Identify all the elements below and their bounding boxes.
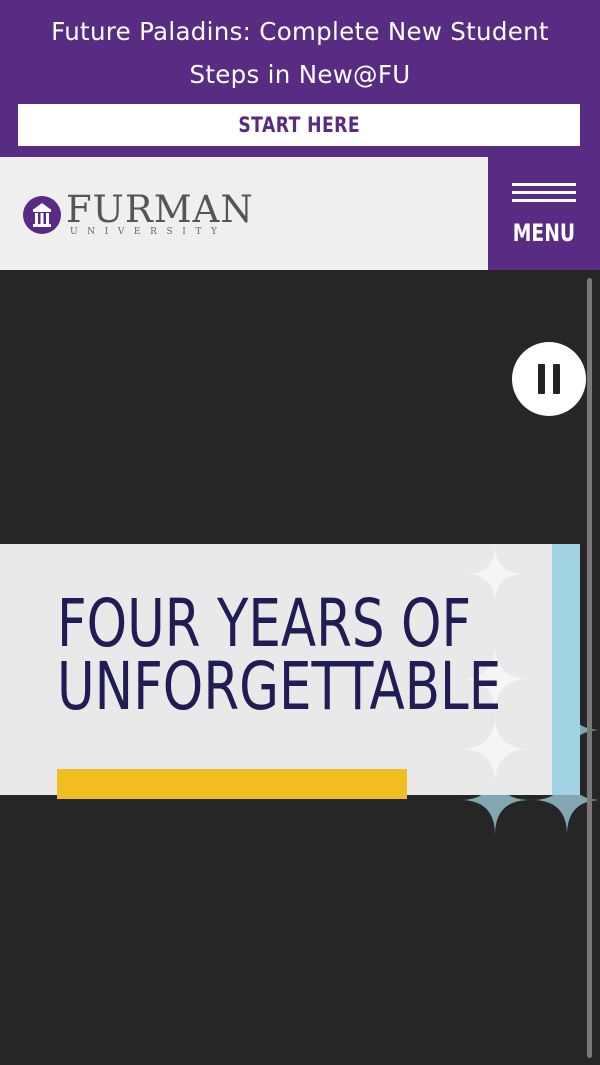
decorative-side-strip xyxy=(552,544,580,795)
start-here-button[interactable]: START HERE xyxy=(18,104,580,146)
logo-name: FURMAN xyxy=(66,188,254,231)
logo-subtitle: UNIVERSITY xyxy=(70,227,227,237)
menu-button[interactable]: MENU xyxy=(488,157,600,270)
start-here-label: START HERE xyxy=(238,113,360,137)
hero-scrollbar[interactable] xyxy=(587,278,592,1058)
headline-line-2: UNFORGETTABLE xyxy=(57,648,502,725)
hero-cta-button[interactable] xyxy=(57,769,407,799)
hamburger-icon xyxy=(512,183,576,207)
pause-video-button[interactable] xyxy=(512,342,586,416)
alert-banner: Future Paladins: Complete New Student St… xyxy=(0,0,600,157)
pause-icon xyxy=(538,364,545,394)
hero-feature-card: FOUR YEARS OF UNFORGETTABLE xyxy=(0,544,552,799)
menu-label: MENU xyxy=(512,219,576,247)
alert-message: Future Paladins: Complete New Student St… xyxy=(51,17,549,89)
logo-wordmark: FURMAN UNIVERSITY xyxy=(66,188,254,237)
hero-headline: FOUR YEARS OF UNFORGETTABLE xyxy=(57,591,501,720)
bell-tower-seal-icon xyxy=(23,196,61,234)
site-header: FURMAN UNIVERSITY MENU xyxy=(0,157,600,270)
furman-logo-link[interactable]: FURMAN UNIVERSITY xyxy=(22,191,254,239)
